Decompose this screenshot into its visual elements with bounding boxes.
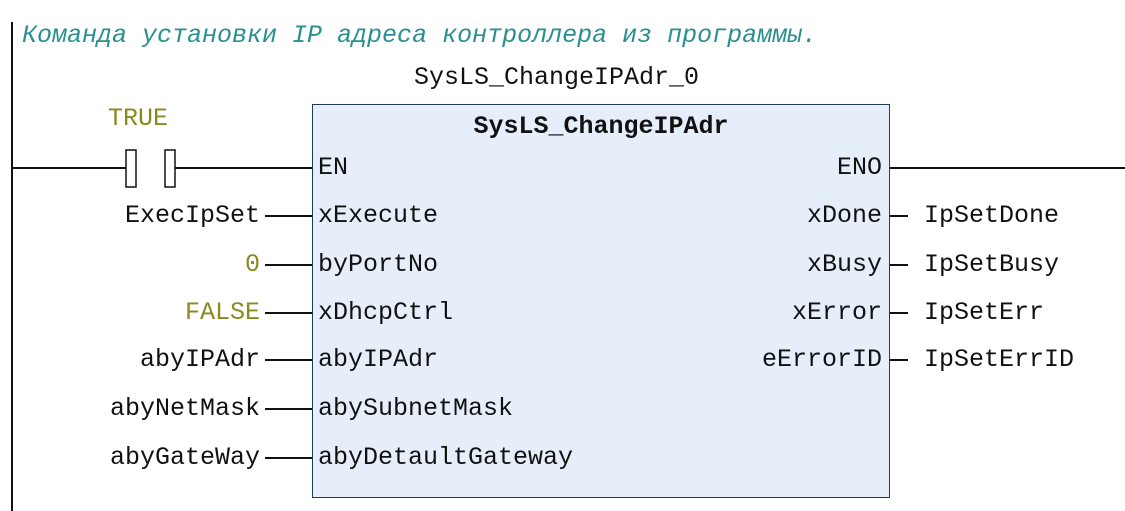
input-constant[interactable]: FALSE <box>30 298 260 328</box>
input-variable[interactable]: ExecIpSet <box>30 201 260 231</box>
input-variable[interactable]: abyIPAdr <box>30 345 260 375</box>
contact-label: TRUE <box>108 104 169 133</box>
network-comment: Команда установки IP адреса контроллера … <box>22 21 818 50</box>
pin-output: eErrorID <box>761 345 882 374</box>
pin-input: abyIPAdr <box>318 345 439 374</box>
pin-input: byPortNo <box>318 250 439 279</box>
pin-en: EN <box>318 153 349 182</box>
input-variable[interactable]: abyGateWay <box>30 443 260 473</box>
pin-input: abySubnetMask <box>318 394 514 423</box>
pin-output: xError <box>791 298 882 327</box>
output-variable[interactable]: IpSetBusy <box>924 250 1059 280</box>
input-constant[interactable]: 0 <box>30 250 260 280</box>
pin-input: xExecute <box>318 201 439 230</box>
block-type-name: SysLS_ChangeIPAdr <box>473 112 729 141</box>
pin-input: abyDetaultGateway <box>318 443 574 472</box>
pin-output: xDone <box>806 201 882 230</box>
pin-eno: ENO <box>836 153 882 182</box>
contact-true[interactable] <box>125 149 176 188</box>
input-variable[interactable]: abyNetMask <box>30 394 260 424</box>
pin-output: xBusy <box>806 250 882 279</box>
output-variable[interactable]: IpSetDone <box>924 201 1059 231</box>
instance-name[interactable]: SysLS_ChangeIPAdr_0 <box>414 63 699 93</box>
output-variable[interactable]: IpSetErr <box>924 298 1044 328</box>
pin-input: xDhcpCtrl <box>318 298 454 327</box>
output-variable[interactable]: IpSetErrID <box>924 345 1074 375</box>
